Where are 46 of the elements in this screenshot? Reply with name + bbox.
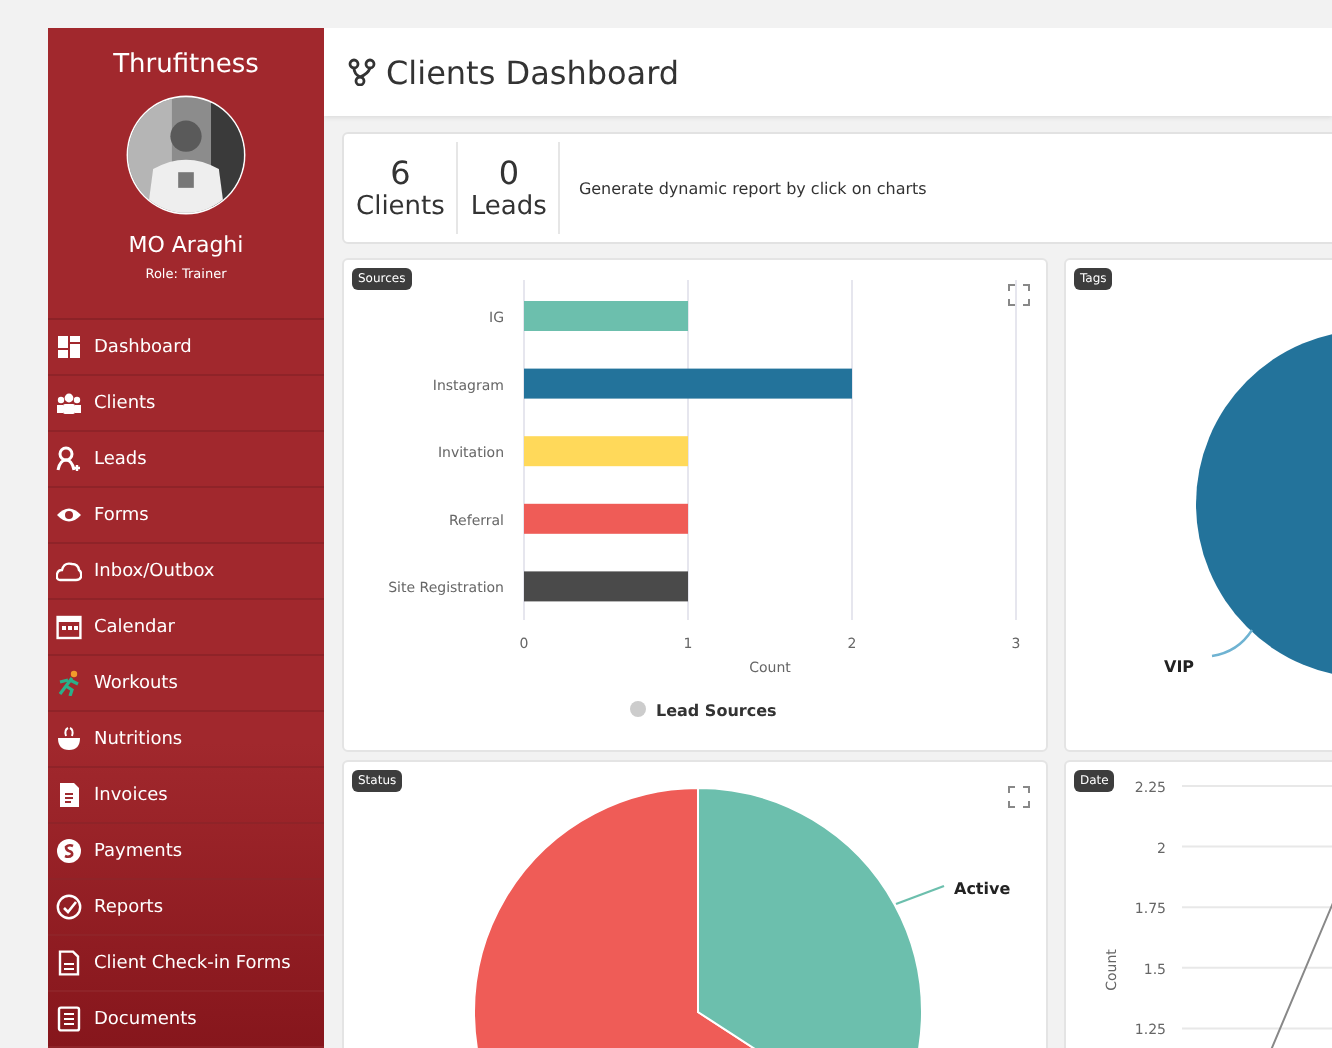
leader-line [1211, 629, 1253, 658]
stat-value: 0 [498, 154, 520, 192]
nav-item[interactable]: Nutritions [48, 712, 324, 768]
pie-chart[interactable] [473, 787, 923, 1048]
stat-label: Leads [470, 192, 547, 222]
expand-icon[interactable] [1008, 786, 1030, 808]
nav-item[interactable]: Workouts [48, 656, 324, 712]
legend-item[interactable]: Lead Sources [630, 701, 777, 720]
user-icon [56, 446, 82, 472]
calendar-icon [56, 614, 82, 640]
bar[interactable] [524, 368, 852, 399]
nav-item[interactable]: Clients [48, 376, 324, 432]
bar[interactable] [524, 571, 688, 602]
stat-value: 6 [390, 154, 411, 192]
pie-slice[interactable] [1196, 330, 1332, 678]
leader-line [895, 884, 945, 906]
nav-item[interactable]: Dashboard [48, 320, 324, 376]
file-icon [56, 1006, 82, 1032]
stats-note: Generate dynamic report by click on charts [576, 179, 927, 197]
nav-item[interactable]: Client Check-in Forms [48, 936, 324, 992]
cloud-icon [56, 558, 82, 584]
nav-item[interactable]: Leads [48, 432, 324, 488]
people-icon [56, 390, 82, 416]
user-name: MO Araghi [128, 232, 244, 258]
nav-item[interactable]: Reports [48, 880, 324, 936]
nav-item[interactable]: Documents [48, 992, 324, 1048]
bar[interactable] [524, 503, 688, 534]
dashboard-icon [56, 334, 82, 360]
nav-item[interactable]: Payments [48, 824, 324, 880]
document-icon [56, 950, 82, 976]
invoice-icon [56, 782, 82, 808]
nav-item[interactable]: Forms [48, 488, 324, 544]
branch-icon [348, 58, 376, 86]
nav-item[interactable]: Calendar [48, 600, 324, 656]
bowl-icon [56, 726, 82, 752]
expand-icon[interactable] [1008, 284, 1030, 306]
slice-label: Active [954, 880, 1011, 898]
runner-icon [56, 670, 82, 696]
page-title: Clients Dashboard [386, 53, 680, 91]
nav-item[interactable]: Inbox/Outbox [48, 544, 324, 600]
coin-icon [56, 838, 82, 864]
brand-name: Thrufitness [113, 50, 259, 80]
stat-label: Clients [356, 192, 445, 222]
gauge-icon [56, 894, 82, 920]
slice-label: VIP [1164, 658, 1195, 676]
nav-item[interactable]: Invoices [48, 768, 324, 824]
